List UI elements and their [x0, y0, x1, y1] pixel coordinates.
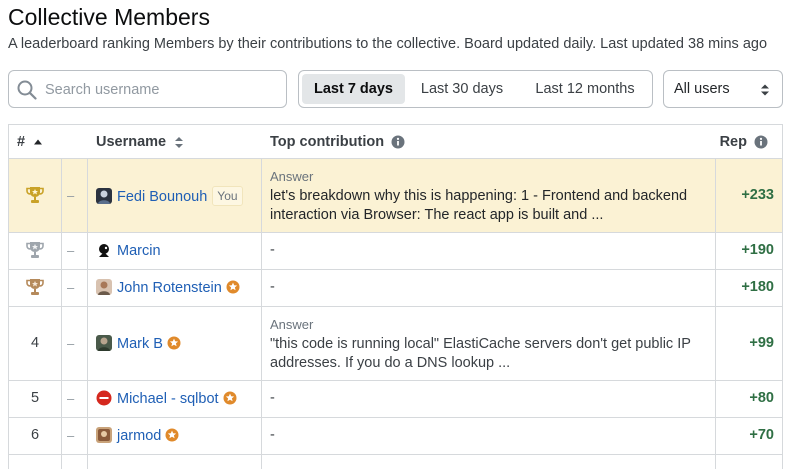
- rank-cell: [9, 278, 61, 300]
- contribution-column-header: Top contribution: [270, 134, 405, 150]
- avatar[interactable]: [96, 390, 112, 406]
- info-icon[interactable]: [391, 135, 405, 149]
- rep-value: +70: [749, 427, 774, 443]
- avatar[interactable]: [96, 242, 112, 258]
- table-row: 6 – jarmod - +70: [9, 418, 782, 455]
- rank-change: –: [67, 280, 75, 295]
- rep-value: +80: [749, 390, 774, 406]
- rep-value: +180: [741, 279, 774, 295]
- table-row: [9, 455, 782, 469]
- staff-badge-icon: [165, 428, 179, 442]
- info-icon[interactable]: [754, 135, 768, 149]
- rank-number: 6: [30, 427, 40, 443]
- contribution-type: Answer: [270, 317, 314, 332]
- you-badge: You: [212, 186, 243, 206]
- select-arrows-icon: [761, 84, 769, 96]
- leaderboard-table: # Username Top contribution Rep – Fedi B…: [8, 124, 783, 469]
- table-header: # Username Top contribution Rep: [9, 125, 782, 159]
- avatar[interactable]: [96, 427, 112, 443]
- user-filter-value: All users: [674, 81, 730, 97]
- rep-value: +233: [741, 187, 774, 203]
- gold-trophy-icon: [26, 187, 44, 203]
- table-row: 4 – Mark B Answer "this code is running …: [9, 307, 782, 381]
- table-row: – John Rotenstein - +180: [9, 270, 782, 307]
- user-cell: jarmod: [96, 427, 179, 444]
- page-subtitle: A leaderboard ranking Members by their c…: [8, 36, 768, 52]
- top-contribution[interactable]: Answer "this code is running local" Elas…: [270, 317, 710, 373]
- staff-badge-icon: [167, 336, 181, 350]
- contribution-type: Answer: [270, 169, 314, 184]
- user-filter-select[interactable]: All users: [663, 70, 783, 108]
- top-contribution: -: [270, 390, 275, 406]
- rank-change: –: [67, 428, 75, 443]
- rank-change: –: [67, 243, 75, 258]
- staff-badge-icon: [226, 280, 240, 294]
- avatar[interactable]: [96, 335, 112, 351]
- search-box[interactable]: [8, 70, 287, 108]
- table-row: – Marcin - +190: [9, 233, 782, 270]
- search-icon: [17, 80, 37, 100]
- user-cell: John Rotenstein: [96, 279, 240, 296]
- username-link[interactable]: Mark B: [117, 336, 163, 352]
- username-link[interactable]: jarmod: [117, 428, 161, 444]
- rank-cell: [9, 241, 61, 263]
- user-cell: Michael - sqlbot: [96, 390, 237, 407]
- time-filter-group: Last 7 days Last 30 days Last 12 months: [298, 70, 653, 108]
- rank-change: –: [67, 336, 75, 351]
- rep-value: +99: [749, 335, 774, 351]
- contribution-text: let's breakdown why this is happening: 1…: [270, 188, 688, 223]
- top-contribution: -: [270, 242, 275, 258]
- username-link[interactable]: Michael - sqlbot: [117, 391, 219, 407]
- rank-change: –: [67, 391, 75, 406]
- page-title: Collective Members: [8, 4, 210, 30]
- table-row: – Fedi Bounouh You Answer let's breakdown…: [9, 159, 782, 233]
- staff-badge-icon: [223, 391, 237, 405]
- sort-ascending-icon: [34, 139, 43, 145]
- username-link[interactable]: John Rotenstein: [117, 280, 222, 296]
- top-contribution: -: [270, 427, 275, 443]
- user-cell: Fedi Bounouh You: [96, 186, 243, 206]
- rank-change: –: [67, 188, 75, 203]
- user-cell: Marcin: [96, 242, 161, 259]
- table-row: 5 – Michael - sqlbot - +80: [9, 381, 782, 418]
- filter-last-30-days[interactable]: Last 30 days: [409, 74, 515, 104]
- username-link[interactable]: Fedi Bounouh: [117, 189, 207, 205]
- filter-last-12-months[interactable]: Last 12 months: [521, 74, 649, 104]
- rank-cell: [9, 186, 61, 208]
- bronze-trophy-icon: [26, 279, 44, 295]
- silver-trophy-icon: [26, 242, 44, 258]
- username-link[interactable]: Marcin: [117, 243, 161, 259]
- user-cell: Mark B: [96, 335, 181, 352]
- rank-number: 4: [30, 335, 40, 351]
- avatar[interactable]: [96, 188, 112, 204]
- contribution-text: "this code is running local" ElastiCache…: [270, 336, 691, 371]
- rep-value: +190: [741, 242, 774, 258]
- avatar[interactable]: [96, 279, 112, 295]
- username-column-header[interactable]: Username: [96, 134, 184, 150]
- top-contribution: -: [270, 279, 275, 295]
- rank-number: 5: [30, 390, 40, 406]
- rank-column-header[interactable]: #: [17, 134, 43, 150]
- filter-last-7-days[interactable]: Last 7 days: [302, 74, 405, 104]
- sort-icon: [175, 136, 184, 148]
- top-contribution[interactable]: Answer let's breakdown why this is happe…: [270, 169, 710, 225]
- search-input[interactable]: [43, 77, 283, 103]
- rep-column-header: Rep: [720, 134, 768, 150]
